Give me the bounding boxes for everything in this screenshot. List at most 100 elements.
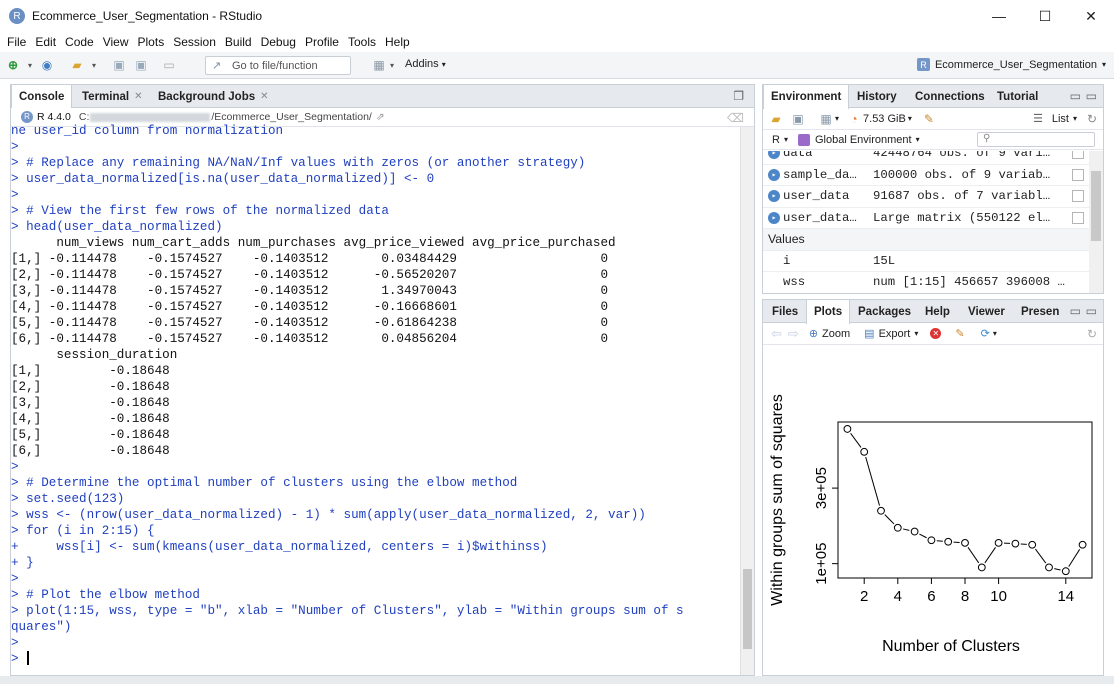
refresh-icon[interactable]: ↻ [1087, 112, 1097, 126]
dropdown-arrow-icon[interactable]: ▾ [388, 56, 396, 74]
addins-menu[interactable]: Addins ▾ [405, 58, 446, 70]
menu-debug[interactable]: Debug [261, 35, 296, 49]
save-all-icon[interactable]: ▣ [132, 56, 150, 74]
publish-icon[interactable]: ⟳ [981, 327, 990, 340]
view-table-icon[interactable] [1072, 190, 1084, 203]
scrollbar-thumb[interactable] [743, 569, 752, 649]
save-icon[interactable]: ▣ [110, 56, 128, 74]
x-tick-label: 4 [894, 588, 902, 605]
new-project-icon[interactable]: ◉ [38, 56, 56, 74]
menu-help[interactable]: Help [385, 35, 410, 49]
broom-icon[interactable]: ✎ [920, 110, 938, 128]
close-tab-icon[interactable]: ✕ [260, 91, 268, 102]
tab-help[interactable]: Help [918, 300, 957, 323]
import-dataset-icon[interactable]: ▦ [817, 110, 835, 128]
minimize-pane-icon[interactable]: ▭ [1070, 304, 1081, 318]
tab-plots[interactable]: Plots [806, 300, 851, 324]
zoom-button[interactable]: Zoom [822, 328, 850, 340]
x-axis-label: Number of Clusters [882, 638, 1020, 655]
tab-console[interactable]: Console [11, 85, 73, 109]
maximize-pane-icon[interactable]: ▭ [1086, 89, 1097, 103]
maximize-pane-icon[interactable]: ❐ [733, 89, 744, 103]
menu-code[interactable]: Code [65, 35, 94, 49]
tab-presentation[interactable]: Presen [1014, 300, 1060, 323]
menu-view[interactable]: View [103, 35, 129, 49]
save-icon[interactable]: ▣ [789, 110, 807, 128]
tab-packages[interactable]: Packages [851, 300, 918, 323]
dropdown-arrow-icon[interactable]: ▾ [90, 56, 98, 74]
language-selector[interactable]: R [772, 134, 780, 146]
tab-environment[interactable]: Environment [763, 85, 850, 109]
console-scrollbar[interactable] [740, 127, 754, 675]
expand-icon[interactable]: ▸ [768, 151, 780, 160]
console-line: num_views num_cart_adds num_purchases av… [11, 236, 616, 250]
open-folder-icon[interactable]: ▰ [767, 110, 785, 128]
expand-icon[interactable]: ▸ [768, 190, 780, 203]
view-table-icon[interactable] [1072, 151, 1084, 160]
env-row[interactable]: ▸ sample_da… 100000 obs. of 9 variab… [763, 165, 1089, 186]
environment-scrollbar[interactable] [1089, 151, 1103, 293]
env-row[interactable]: ▸ user_data 91687 obs. of 7 variabl… [763, 186, 1089, 208]
export-icon[interactable]: ▤ [864, 327, 874, 340]
list-view-icon[interactable]: ☰ [1033, 112, 1043, 125]
expand-icon[interactable]: ▸ [768, 211, 780, 224]
minimize-button[interactable]: — [976, 0, 1022, 32]
project-menu[interactable]: R Ecommerce_User_Segmentation ▾ [916, 58, 1106, 71]
remove-plot-icon[interactable]: ✕ [930, 328, 942, 339]
new-file-icon[interactable]: ⊕ [4, 56, 22, 74]
forward-arrow-icon[interactable]: ⇨ [788, 326, 799, 342]
zoom-icon[interactable]: ⊕ [809, 327, 818, 340]
environment-search[interactable]: ⚲ [977, 132, 1095, 147]
series-segment [919, 533, 927, 539]
close-tab-icon[interactable]: ✕ [134, 91, 142, 102]
memory-usage-icon[interactable]: ◔ [845, 110, 863, 128]
project-label: Ecommerce_User_Segmentation [934, 58, 1097, 71]
menu-build[interactable]: Build [225, 35, 252, 49]
maximize-button[interactable]: ☐ [1022, 0, 1068, 32]
view-mode[interactable]: List [1052, 113, 1069, 125]
open-folder-icon[interactable]: ▰ [68, 56, 86, 74]
goto-file-input[interactable]: ↗ Go to file/function [205, 56, 351, 75]
tab-viewer[interactable]: Viewer [961, 300, 1012, 323]
minimize-pane-icon[interactable]: ▭ [1070, 89, 1081, 103]
series-segment [884, 514, 895, 525]
series-segment [865, 456, 881, 506]
env-row[interactable]: ▸ data 42448764 obs. of 9 vari… [763, 151, 1089, 165]
expand-icon[interactable]: ▸ [768, 168, 780, 181]
memory-usage[interactable]: 7.53 GiB [863, 113, 906, 125]
console-line: ne user_id column from normalization [11, 124, 284, 138]
menu-session[interactable]: Session [173, 35, 216, 49]
env-row[interactable]: i 15L [763, 251, 1089, 272]
env-row[interactable]: ▸ user_data… Large matrix (550122 el… [763, 208, 1089, 229]
tab-connections[interactable]: Connections [908, 85, 992, 108]
tab-tutorial[interactable]: Tutorial [990, 85, 1045, 108]
env-row[interactable]: wss num [1:15] 456657 396008 … [763, 272, 1089, 293]
menu-edit[interactable]: Edit [35, 35, 56, 49]
tab-files[interactable]: Files [765, 300, 805, 323]
back-arrow-icon[interactable]: ⇦ [771, 326, 782, 342]
refresh-icon[interactable]: ↻ [1087, 327, 1097, 341]
scrollbar-thumb[interactable] [1091, 171, 1101, 241]
console-line: [4,] -0.18648 [11, 412, 170, 426]
close-button[interactable]: ✕ [1068, 0, 1114, 32]
scope-selector[interactable]: Global Environment [815, 134, 912, 146]
menu-plots[interactable]: Plots [138, 35, 165, 49]
menu-tools[interactable]: Tools [348, 35, 376, 49]
export-button[interactable]: Export [879, 328, 911, 340]
tab-history[interactable]: History [850, 85, 904, 108]
console-output[interactable]: ne user_id column from normalization > > #… [11, 123, 740, 675]
tab-terminal[interactable]: Terminal ✕ [75, 85, 149, 108]
broom-icon[interactable]: ✎ [955, 327, 964, 340]
menu-file[interactable]: File [7, 35, 26, 49]
view-table-icon[interactable] [1072, 211, 1084, 224]
x-tick-label: 14 [1057, 588, 1074, 605]
menu-profile[interactable]: Profile [305, 35, 339, 49]
layout-grid-icon[interactable]: ▦ [370, 56, 388, 74]
data-point [1011, 539, 1020, 548]
print-icon[interactable]: ▭ [160, 56, 178, 74]
path-link-icon[interactable]: ⇗ [376, 111, 385, 123]
view-table-icon[interactable] [1072, 168, 1084, 181]
tab-background-jobs[interactable]: Background Jobs ✕ [151, 85, 276, 108]
maximize-pane-icon[interactable]: ▭ [1086, 304, 1097, 318]
dropdown-arrow-icon[interactable]: ▾ [26, 56, 34, 74]
